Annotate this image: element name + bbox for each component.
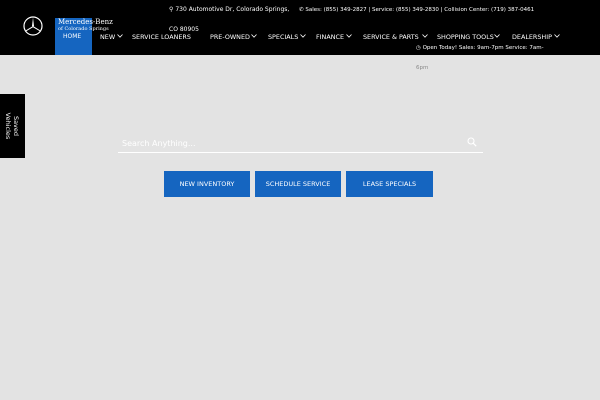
- search-icon[interactable]: [467, 137, 477, 147]
- dealer-address[interactable]: ⚲ 730 Automotive Dr, Colorado Springs,: [169, 6, 289, 13]
- schedule-service-button[interactable]: SCHEDULE SERVICE: [255, 171, 341, 197]
- nav-item-shopping-tools[interactable]: SHOPPING TOOLS: [437, 33, 494, 41]
- brand-location[interactable]: of Colorado Springs: [58, 26, 109, 32]
- saved-vehicles-line-2: Vehicles: [4, 112, 12, 140]
- nav-item-service-parts[interactable]: SERVICE & PARTS: [363, 33, 419, 41]
- chevron-down-icon[interactable]: [494, 33, 500, 39]
- saved-vehicles-line-1: Saved: [12, 115, 20, 137]
- search-bar: [118, 133, 483, 153]
- chevron-down-icon[interactable]: [251, 33, 257, 39]
- nav-item-finance[interactable]: FINANCE: [316, 33, 344, 41]
- address-line-2[interactable]: CO 80905: [169, 26, 199, 33]
- top-header-bar: Mercedes-Benz of Colorado Springs HOME ⚲…: [0, 0, 600, 55]
- brand-name[interactable]: Mercedes-Benz: [58, 18, 113, 26]
- nav-item-specials[interactable]: SPECIALS: [268, 33, 298, 41]
- clock-icon: ◷: [416, 45, 421, 51]
- chevron-down-icon[interactable]: [300, 33, 306, 39]
- nav-item-pre-owned[interactable]: PRE-OWNED: [210, 33, 250, 41]
- chevron-down-icon[interactable]: [554, 33, 560, 39]
- store-hours[interactable]: ◷ Open Today! Sales: 9am-7pm Service: 7a…: [416, 45, 544, 51]
- new-inventory-button[interactable]: NEW INVENTORY: [164, 171, 250, 197]
- saved-vehicles-label[interactable]: Saved Vehicles: [4, 101, 20, 151]
- search-input[interactable]: [122, 136, 452, 150]
- nav-item-new[interactable]: NEW: [100, 33, 115, 41]
- chevron-down-icon[interactable]: [117, 33, 123, 39]
- store-hours-overflow: 6pm: [416, 65, 429, 71]
- store-hours-text: Open Today! Sales: 9am-7pm Service: 7am-: [422, 45, 544, 51]
- phone-numbers-text: Sales: (855) 349-2827 | Service: (855) 3…: [305, 7, 535, 13]
- nav-item-service-loaners[interactable]: SERVICE LOANERS: [132, 33, 191, 41]
- nav-item-dealership[interactable]: DEALERSHIP: [512, 33, 552, 41]
- location-pin-icon: ⚲: [169, 6, 174, 13]
- chevron-down-icon[interactable]: [422, 33, 428, 39]
- phone-icon: ✆: [299, 7, 304, 13]
- mercedes-star-icon[interactable]: [23, 16, 43, 36]
- chevron-down-icon[interactable]: [346, 33, 352, 39]
- phone-numbers[interactable]: ✆ Sales: (855) 349-2827 | Service: (855)…: [299, 7, 534, 13]
- lease-specials-button[interactable]: LEASE SPECIALS: [346, 171, 433, 197]
- address-line-1: 730 Automotive Dr, Colorado Springs,: [175, 6, 290, 13]
- nav-item-home[interactable]: HOME: [63, 33, 81, 40]
